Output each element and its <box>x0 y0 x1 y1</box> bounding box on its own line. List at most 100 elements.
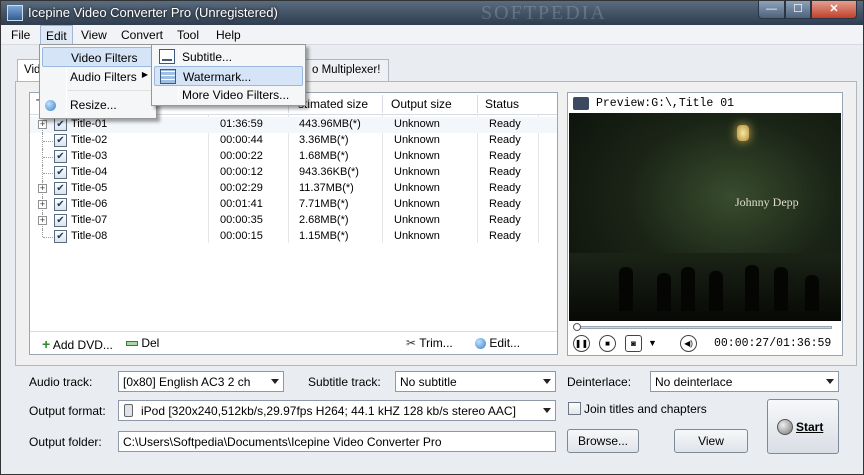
title-cell: Title-03 <box>71 150 108 162</box>
estimated-size-cell: 3.36MB(*) <box>299 134 349 146</box>
table-row[interactable]: ✔ Title-03 00:00:22 1.68MB(*) Unknown Ready <box>30 149 557 165</box>
tv-icon <box>573 97 589 110</box>
subtitle-track-select[interactable]: No subtitle <box>395 371 556 392</box>
audio-track-select[interactable]: [0x80] English AC3 2 ch <box>118 371 284 392</box>
row-checkbox[interactable]: ✔ <box>54 182 67 195</box>
table-row[interactable]: ✔ Title-08 00:00:15 1.15MB(*) Unknown Ready <box>30 229 557 245</box>
preview-pane: Preview:G:\,Title 01 Johnny Depp ❚❚ ■ ◙ … <box>567 92 843 356</box>
status-cell: Ready <box>489 166 521 178</box>
seek-bar[interactable] <box>573 323 832 331</box>
estimated-size-cell: 1.68MB(*) <box>299 150 349 162</box>
row-checkbox[interactable]: ✔ <box>54 230 67 243</box>
status-cell: Ready <box>489 230 521 242</box>
menu-edit[interactable]: Edit <box>40 25 73 45</box>
snapshot-dropdown-icon[interactable]: ▼ <box>648 338 657 348</box>
output-size-cell: Unknown <box>394 150 440 162</box>
table-row[interactable]: + ✔ Title-07 00:00:35 2.68MB(*) Unknown Ready <box>30 213 557 229</box>
video-crowd <box>569 253 841 321</box>
title-cell: Title-04 <box>71 166 108 178</box>
row-checkbox[interactable]: ✔ <box>54 214 67 227</box>
pause-button[interactable]: ❚❚ <box>573 335 590 352</box>
title-list[interactable]: T stimated size Output size Status +✔Tit… <box>29 92 558 355</box>
delete-button[interactable]: Del <box>126 336 159 350</box>
minimize-button[interactable]: — <box>758 1 785 19</box>
estimated-size-cell: 943.36KB(*) <box>299 166 359 178</box>
expand-icon[interactable]: + <box>38 200 47 209</box>
menu-item-resize[interactable]: Resize... <box>42 95 154 115</box>
menu-item-video-filters[interactable]: Video Filters <box>42 47 154 67</box>
row-checkbox[interactable]: ✔ <box>54 118 67 131</box>
menu-convert[interactable]: Convert <box>121 28 163 42</box>
menu-view[interactable]: View <box>81 28 107 42</box>
menu-item-more-video-filters[interactable]: More Video Filters... <box>154 85 303 105</box>
table-row[interactable]: ✔ Title-02 00:00:44 3.36MB(*) Unknown Ready <box>30 133 557 149</box>
globe-icon <box>45 100 56 111</box>
expand-icon[interactable]: + <box>38 184 47 193</box>
menu-help[interactable]: Help <box>216 28 241 42</box>
row-checkbox[interactable]: ✔ <box>54 134 67 147</box>
row-checkbox[interactable]: ✔ <box>54 150 67 163</box>
title-cell: Title-06 <box>71 198 108 210</box>
duration-cell: 01:36:59 <box>220 118 263 130</box>
stop-button[interactable]: ■ <box>599 335 616 352</box>
title-bar[interactable]: Icepine Video Converter Pro (Unregistere… <box>1 1 863 25</box>
row-checkbox[interactable]: ✔ <box>54 198 67 211</box>
plus-icon: + <box>42 336 51 352</box>
menu-tool[interactable]: Tool <box>177 28 199 42</box>
output-format-select[interactable]: iPod [320x240,512kb/s,29.97fps H264; 44.… <box>118 400 556 421</box>
duration-cell: 00:02:29 <box>220 182 263 194</box>
video-filters-menu: Subtitle... Watermark... More Video Filt… <box>151 44 306 106</box>
playback-time: 00:00:27/01:36:59 <box>714 337 832 350</box>
table-row[interactable]: ✔ Title-04 00:00:12 943.36KB(*) Unknown Ready <box>30 165 557 181</box>
output-folder-label: Output folder: <box>29 435 102 449</box>
output-size-cell: Unknown <box>394 118 440 130</box>
seek-knob[interactable] <box>573 323 582 331</box>
snapshot-button[interactable]: ◙ <box>625 335 642 352</box>
app-window: Icepine Video Converter Pro (Unregistere… <box>0 0 864 475</box>
view-button[interactable]: View <box>674 429 748 453</box>
tab-multiplexer[interactable]: o Multiplexer! <box>305 59 389 81</box>
output-folder-input[interactable]: C:\Users\Softpedia\Documents\Icepine Vid… <box>118 431 556 452</box>
menu-item-subtitle[interactable]: Subtitle... <box>154 47 303 67</box>
start-button[interactable]: Start <box>767 399 839 454</box>
trim-button[interactable]: ✂ Trim... <box>406 336 453 350</box>
menu-bar: File Edit View Convert Tool Help <box>1 25 863 45</box>
volume-button[interactable]: ◀) <box>680 335 697 352</box>
output-size-cell: Unknown <box>394 166 440 178</box>
estimated-size-cell: 7.71MB(*) <box>299 198 349 210</box>
menu-file[interactable]: File <box>11 28 30 42</box>
maximize-button[interactable]: ☐ <box>785 1 811 19</box>
scissors-icon: ✂ <box>406 336 417 350</box>
output-size-cell: Unknown <box>394 198 440 210</box>
status-cell: Ready <box>489 182 521 194</box>
street-lamp <box>737 125 749 141</box>
deinterlace-label: Deinterlace: <box>567 375 632 389</box>
expand-icon[interactable]: + <box>38 120 47 129</box>
table-row[interactable]: + ✔ Title-01 01:36:59 443.96MB(*) Unknown Read… <box>30 117 557 133</box>
duration-cell: 00:00:35 <box>220 214 263 226</box>
deinterlace-select[interactable]: No deinterlace <box>650 371 839 392</box>
close-button[interactable]: ✕ <box>811 1 857 19</box>
row-checkbox[interactable]: ✔ <box>54 166 67 179</box>
status-cell: Ready <box>489 198 521 210</box>
header-output-size[interactable]: Output size <box>391 97 452 111</box>
browse-button[interactable]: Browse... <box>567 429 639 453</box>
estimated-size-cell: 1.15MB(*) <box>299 230 349 242</box>
edit-button[interactable]: Edit... <box>475 336 520 350</box>
video-credit-text: Johnny Depp <box>735 195 799 209</box>
start-icon <box>777 419 793 435</box>
duration-cell: 00:00:22 <box>220 150 263 162</box>
expand-icon[interactable]: + <box>38 216 47 225</box>
audio-track-label: Audio track: <box>29 375 93 389</box>
table-row[interactable]: + ✔ Title-05 00:02:29 11.37MB(*) Unknown Ready <box>30 181 557 197</box>
add-dvd-button[interactable]: + Add DVD... <box>42 336 113 352</box>
join-titles-checkbox[interactable] <box>568 402 581 415</box>
output-size-cell: Unknown <box>394 134 440 146</box>
duration-cell: 00:00:12 <box>220 166 263 178</box>
header-estimated-size[interactable]: stimated size <box>298 97 368 111</box>
header-status[interactable]: Status <box>485 97 519 111</box>
table-row[interactable]: + ✔ Title-06 00:01:41 7.71MB(*) Unknown Ready <box>30 197 557 213</box>
menu-item-watermark[interactable]: Watermark... <box>154 66 303 86</box>
preview-header: Preview:G:\,Title 01 <box>568 93 842 115</box>
menu-item-audio-filters[interactable]: Audio Filters ▶ <box>42 67 154 87</box>
